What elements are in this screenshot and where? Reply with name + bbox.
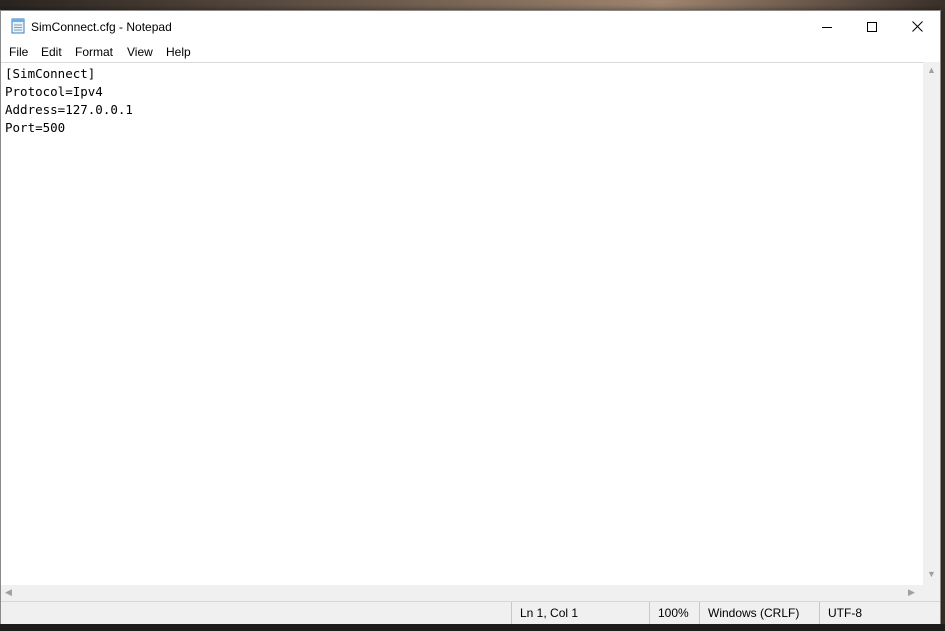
editor-line: Port=500	[5, 120, 66, 135]
menu-file[interactable]: File	[9, 45, 28, 59]
status-bar: Ln 1, Col 1 100% Windows (CRLF) UTF-8	[1, 601, 940, 624]
maximize-icon	[867, 21, 877, 32]
close-icon	[911, 21, 923, 32]
scroll-down-icon[interactable]: ▼	[927, 569, 936, 579]
editor-line: Address=127.0.0.1	[5, 102, 133, 117]
notepad-window: SimConnect.cfg - Notepad File Edit Forma…	[0, 10, 941, 624]
editor-line: Protocol=Ipv4	[5, 84, 103, 99]
taskbar-edge	[0, 624, 945, 631]
scroll-up-icon[interactable]: ▲	[927, 65, 936, 75]
horizontal-scrollbar[interactable]: ◀ ▶	[1, 585, 923, 601]
menu-help[interactable]: Help	[166, 45, 191, 59]
text-editor[interactable]: [SimConnect] Protocol=Ipv4 Address=127.0…	[1, 62, 923, 586]
editor-line: [SimConnect]	[5, 66, 96, 81]
scroll-left-icon[interactable]: ◀	[5, 587, 12, 598]
window-title: SimConnect.cfg - Notepad	[31, 20, 172, 34]
zoom-level: 100%	[649, 602, 699, 624]
minimize-icon	[822, 26, 832, 28]
menu-format[interactable]: Format	[75, 45, 113, 59]
vertical-scrollbar[interactable]: ▲ ▼	[923, 62, 940, 585]
encoding: UTF-8	[819, 602, 940, 624]
notepad-icon	[11, 18, 25, 34]
cursor-position: Ln 1, Col 1	[511, 602, 649, 624]
minimize-button[interactable]	[804, 11, 850, 42]
title-bar[interactable]: SimConnect.cfg - Notepad	[1, 11, 940, 42]
close-button[interactable]	[894, 11, 940, 42]
line-ending: Windows (CRLF)	[699, 602, 819, 624]
menu-edit[interactable]: Edit	[41, 45, 62, 59]
menu-bar: File Edit Format View Help	[1, 42, 940, 61]
scroll-corner	[923, 585, 940, 601]
scroll-right-icon[interactable]: ▶	[908, 587, 915, 598]
menu-view[interactable]: View	[127, 45, 153, 59]
maximize-button[interactable]	[849, 11, 895, 42]
